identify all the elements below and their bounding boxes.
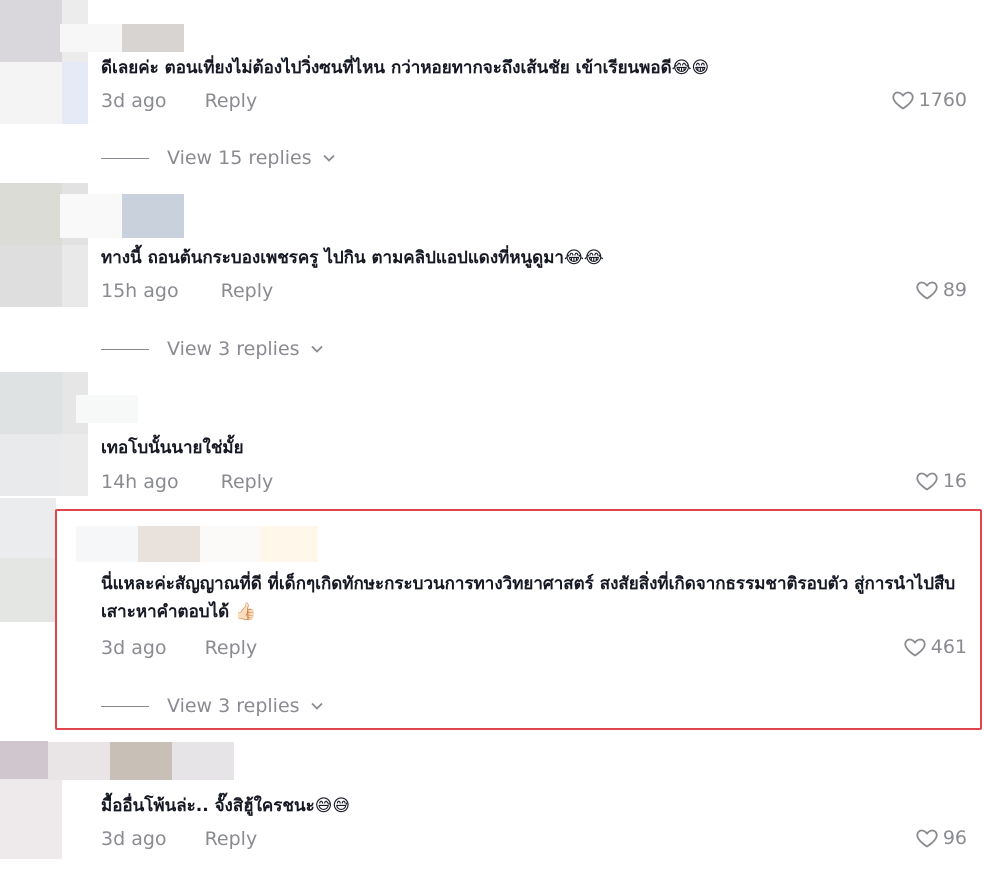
like-button[interactable]: 16 bbox=[915, 469, 967, 493]
comment-meta: 3d ago Reply bbox=[101, 637, 257, 659]
comment-text: ดีเลยค่ะ ตอนเที่ยงไม่ต้องไปวิ่งซนที่ไหน … bbox=[101, 58, 710, 78]
comment-text: มื้ออื่นโพ้นล่ะ.. จั๊งสิฮู้ใครชนะ😅😅 bbox=[101, 796, 351, 816]
like-button[interactable]: 96 bbox=[915, 826, 967, 850]
view-replies-button[interactable]: View 15 replies bbox=[101, 147, 336, 169]
emoji: 😅😅 bbox=[314, 796, 351, 816]
like-button[interactable]: 461 bbox=[903, 635, 967, 659]
reply-button[interactable]: Reply bbox=[221, 280, 274, 302]
timestamp: 3d ago bbox=[101, 90, 167, 112]
username[interactable] bbox=[76, 395, 138, 423]
emoji: 😂😁 bbox=[671, 58, 710, 78]
avatar[interactable] bbox=[0, 372, 88, 496]
chevron-down-icon bbox=[310, 702, 323, 710]
like-count: 461 bbox=[930, 636, 967, 658]
timestamp: 15h ago bbox=[101, 280, 179, 302]
timestamp: 14h ago bbox=[101, 471, 179, 493]
reply-button[interactable]: Reply bbox=[221, 471, 274, 493]
username[interactable] bbox=[60, 24, 184, 52]
username[interactable] bbox=[48, 742, 234, 780]
heart-icon bbox=[904, 638, 926, 657]
view-replies-button[interactable]: View 3 replies bbox=[101, 695, 324, 717]
username[interactable] bbox=[60, 194, 184, 238]
reply-button[interactable]: Reply bbox=[205, 637, 258, 659]
view-replies-label: View 3 replies bbox=[167, 338, 300, 360]
avatar[interactable] bbox=[0, 498, 56, 622]
comment-meta: 3d ago Reply bbox=[101, 828, 257, 850]
divider bbox=[101, 348, 149, 350]
like-button[interactable]: 89 bbox=[915, 278, 967, 302]
reply-button[interactable]: Reply bbox=[205, 828, 258, 850]
like-count: 1760 bbox=[918, 89, 967, 111]
view-replies-button[interactable]: View 3 replies bbox=[101, 338, 324, 360]
view-replies-label: View 3 replies bbox=[167, 695, 300, 717]
chevron-down-icon bbox=[310, 345, 323, 353]
heart-icon bbox=[916, 472, 938, 491]
heart-icon bbox=[892, 91, 914, 110]
emoji: 😂😂 bbox=[563, 248, 604, 268]
heart-icon bbox=[916, 281, 938, 300]
like-button[interactable]: 1760 bbox=[891, 88, 967, 112]
heart-icon bbox=[916, 829, 938, 848]
comment-meta: 15h ago Reply bbox=[101, 280, 273, 302]
like-count: 96 bbox=[942, 827, 967, 849]
like-count: 89 bbox=[942, 279, 967, 301]
username[interactable] bbox=[76, 526, 318, 562]
comment-text: นี่แหละค่ะสัญญาณที่ดี ที่เด็กๆเกิดทักษะก… bbox=[101, 574, 956, 622]
view-replies-label: View 15 replies bbox=[167, 147, 312, 169]
divider bbox=[101, 705, 149, 707]
divider bbox=[101, 157, 149, 159]
comment-meta: 14h ago Reply bbox=[101, 471, 273, 493]
emoji: 👍🏻 bbox=[235, 602, 257, 622]
timestamp: 3d ago bbox=[101, 828, 167, 850]
avatar[interactable] bbox=[0, 0, 88, 124]
reply-button[interactable]: Reply bbox=[205, 90, 258, 112]
comment-meta: 3d ago Reply bbox=[101, 90, 257, 112]
chevron-down-icon bbox=[323, 154, 335, 162]
comment-text: เทอโบนั้นนายใช่มั้ย bbox=[101, 438, 244, 458]
comment-text: ทางนี้ ถอนต้นกระบองเพชรครู ไปกิน ตามคลิป… bbox=[101, 248, 604, 268]
timestamp: 3d ago bbox=[101, 637, 167, 659]
like-count: 16 bbox=[942, 470, 967, 492]
